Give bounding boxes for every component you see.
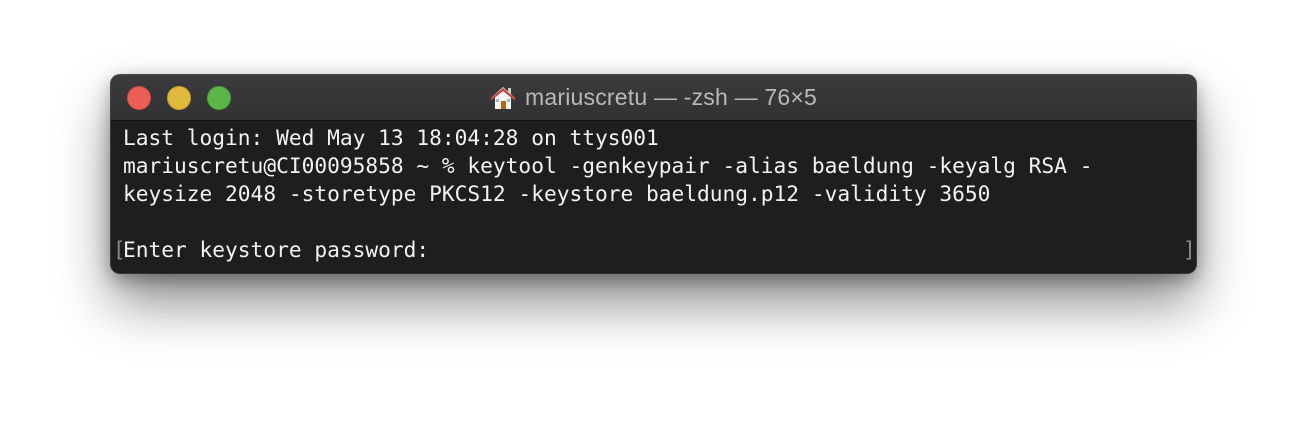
window-title-text: mariuscretu — -zsh — 76×5 xyxy=(525,84,817,110)
terminal-line-password-prompt: Enter keystore password: xyxy=(123,237,430,262)
home-folder-icon xyxy=(490,86,517,109)
terminal-line-last-login: Last login: Wed May 13 18:04:28 on ttys0… xyxy=(123,125,659,150)
mark-bracket-right: ] xyxy=(1183,238,1196,262)
terminal-window: mariuscretu — -zsh — 76×5 Last login: We… xyxy=(111,75,1196,273)
terminal-line-command-continued: keysize 2048 -storetype PKCS12 -keystore… xyxy=(123,181,991,206)
window-title: mariuscretu — -zsh — 76×5 xyxy=(111,75,1196,120)
terminal-content[interactable]: Last login: Wed May 13 18:04:28 on ttys0… xyxy=(111,121,1196,273)
desktop-background: mariuscretu — -zsh — 76×5 Last login: We… xyxy=(0,0,1308,422)
title-bar[interactable]: mariuscretu — -zsh — 76×5 xyxy=(111,75,1196,121)
terminal-line-command: mariuscretu@CI00095858 ~ % keytool -genk… xyxy=(123,153,1093,178)
